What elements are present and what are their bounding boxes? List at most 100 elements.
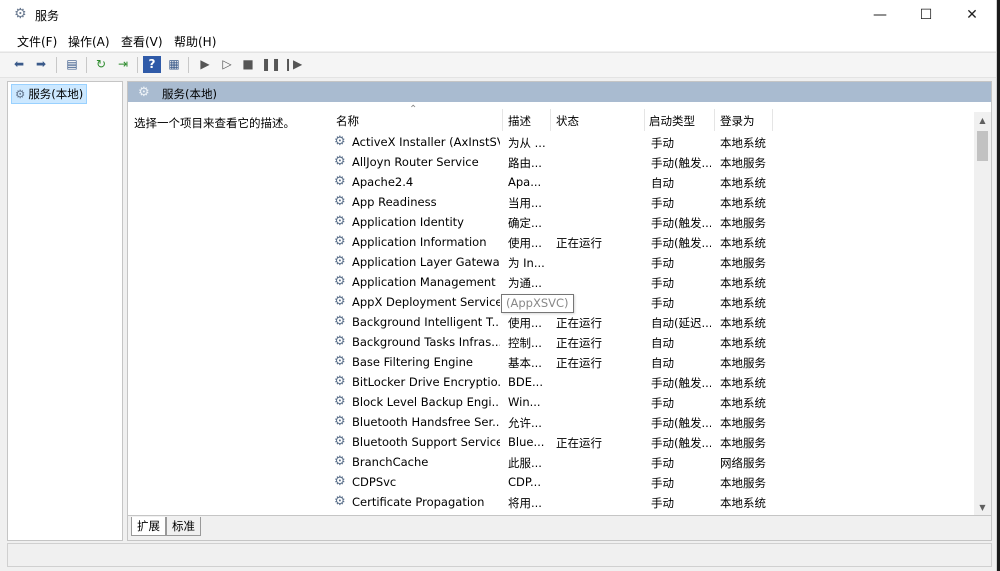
stop-service-icon[interactable]: ■ bbox=[239, 56, 257, 73]
service-description: 此服... bbox=[508, 456, 542, 470]
export-list-icon[interactable]: ⇥ bbox=[114, 56, 132, 73]
scrollbar-thumb[interactable] bbox=[977, 131, 988, 161]
table-row[interactable]: ⚙ BitLocker Drive Encryptio... BDE... 手动(触发… bbox=[322, 372, 970, 392]
column-header-startup-type[interactable]: 启动类型 bbox=[649, 113, 695, 129]
service-logon-as: 网络服务 bbox=[720, 456, 766, 470]
service-startup-type: 自动 bbox=[651, 356, 674, 370]
properties-icon[interactable]: ▦ bbox=[165, 56, 183, 73]
service-name: App Readiness bbox=[352, 195, 437, 209]
gear-icon: ⚙ bbox=[334, 234, 346, 249]
column-divider[interactable] bbox=[644, 109, 645, 131]
service-name: Application Management bbox=[352, 275, 496, 289]
table-row[interactable]: ⚙ Application Information 使用... 正在运行 手动(触发..… bbox=[322, 232, 970, 252]
table-row[interactable]: ⚙ Bluetooth Handsfree Ser... 允许... 手动(触发...… bbox=[322, 412, 970, 432]
tree-item-services-local[interactable]: ⚙ 服务(本地) bbox=[11, 84, 88, 104]
toolbar: ⬅ ➡ ▤ ↻ ⇥ ? ▦ ▶ ▷ ■ ❚❚ ❙▶ bbox=[0, 52, 996, 78]
service-startup-type: 手动 bbox=[651, 456, 674, 470]
service-logon-as: 本地服务 bbox=[720, 356, 766, 370]
tab-standard[interactable]: 标准 bbox=[166, 517, 201, 536]
service-logon-as: 本地系统 bbox=[720, 296, 766, 310]
resume-service-icon[interactable]: ❙▶ bbox=[283, 56, 302, 73]
service-name: AllJoyn Router Service bbox=[352, 155, 479, 169]
gear-icon: ⚙ bbox=[14, 6, 27, 22]
table-row[interactable]: ⚙ Bluetooth Support Service Blue... 正在运行 手动(… bbox=[322, 432, 970, 452]
table-row[interactable]: ⚙ Background Intelligent T... 使用... 正在运行 自动(… bbox=[322, 312, 970, 332]
table-row[interactable]: ⚙ Certificate Propagation 将用... 手动 本地系统 bbox=[322, 492, 970, 512]
column-divider[interactable] bbox=[714, 109, 715, 131]
scroll-up-icon[interactable]: ▲ bbox=[974, 112, 991, 129]
gear-icon: ⚙ bbox=[334, 134, 346, 149]
close-button[interactable]: ✕ bbox=[949, 0, 995, 30]
gear-icon: ⚙ bbox=[334, 194, 346, 209]
service-name: Background Intelligent T... bbox=[352, 315, 500, 329]
service-name: Apache2.4 bbox=[352, 175, 414, 189]
table-row[interactable]: ⚙ AllJoyn Router Service 路由... 手动(触发... 本地服务 bbox=[322, 152, 970, 172]
console-tree-icon[interactable]: ▤ bbox=[63, 56, 81, 73]
menu-file[interactable]: 文件(F) bbox=[17, 33, 57, 50]
start-service-icon[interactable]: ▶ bbox=[196, 56, 214, 73]
service-logon-as: 本地服务 bbox=[720, 436, 766, 450]
gear-icon: ⚙ bbox=[334, 454, 346, 469]
refresh-icon[interactable]: ↻ bbox=[92, 56, 110, 73]
help-icon[interactable]: ? bbox=[143, 56, 161, 73]
table-row[interactable]: ⚙ Application Management 为通... 手动 本地系统 bbox=[322, 272, 970, 292]
minimize-button[interactable]: — bbox=[857, 0, 903, 30]
tab-extended[interactable]: 扩展 bbox=[131, 517, 166, 536]
vertical-scrollbar[interactable]: ▲ ▼ bbox=[974, 112, 991, 516]
table-row[interactable]: ⚙ Application Identity 确定... 手动(触发... 本地服务 bbox=[322, 212, 970, 232]
service-logon-as: 本地系统 bbox=[720, 276, 766, 290]
service-logon-as: 本地系统 bbox=[720, 176, 766, 190]
scroll-down-icon[interactable]: ▼ bbox=[974, 499, 991, 516]
column-header-status[interactable]: 状态 bbox=[556, 113, 579, 129]
service-name: Background Tasks Infras... bbox=[352, 335, 500, 349]
column-divider[interactable] bbox=[550, 109, 551, 131]
name-tooltip: (AppXSVC) bbox=[501, 294, 574, 313]
service-startup-type: 手动 bbox=[651, 476, 674, 490]
table-row[interactable]: ⚙ BranchCache 此服... 手动 网络服务 bbox=[322, 452, 970, 472]
column-header-name[interactable]: 名称 bbox=[336, 113, 359, 129]
service-startup-type: 手动 bbox=[651, 196, 674, 210]
column-divider[interactable] bbox=[502, 109, 503, 131]
table-row[interactable]: ⚙ App Readiness 当用... 手动 本地系统 bbox=[322, 192, 970, 212]
table-row[interactable]: ⚙ Application Layer Gatewa... 为 In... 手动 本地服… bbox=[322, 252, 970, 272]
maximize-button[interactable]: ☐ bbox=[903, 0, 949, 30]
table-row[interactable]: ⚙ Block Level Backup Engi... Win... 手动 本地系统 bbox=[322, 392, 970, 412]
table-row[interactable]: ⚙ ActiveX Installer (AxInstSV) 为从 ... 手动 本地系… bbox=[322, 132, 970, 152]
service-startup-type: 手动 bbox=[651, 396, 674, 410]
service-logon-as: 本地系统 bbox=[720, 136, 766, 150]
table-row[interactable]: ⚙ Apache2.4 Apa... 自动 本地系统 bbox=[322, 172, 970, 192]
column-header-description[interactable]: 描述 bbox=[508, 113, 531, 129]
table-row[interactable]: ⚙ Background Tasks Infras... 控制... 正在运行 自动 本地… bbox=[322, 332, 970, 352]
service-startup-type: 手动(触发... bbox=[651, 236, 711, 250]
gear-icon: ⚙ bbox=[334, 294, 346, 309]
table-row[interactable]: ⚙ CDPSvc CDP... 手动 本地服务 bbox=[322, 472, 970, 492]
service-startup-type: 手动(触发... bbox=[651, 216, 711, 230]
tree-item-label: 服务(本地) bbox=[28, 87, 84, 101]
start-outline-icon[interactable]: ▷ bbox=[218, 56, 236, 73]
description-hint: 选择一个项目来查看它的描述。 bbox=[134, 116, 295, 130]
title-bar: ⚙ 服务 — ☐ ✕ bbox=[0, 0, 996, 30]
status-bar bbox=[7, 543, 992, 567]
gear-icon: ⚙ bbox=[334, 334, 346, 349]
menu-help[interactable]: 帮助(H) bbox=[174, 33, 216, 50]
back-arrow-icon[interactable]: ⬅ bbox=[10, 56, 28, 73]
menu-view[interactable]: 查看(V) bbox=[121, 33, 163, 50]
column-header-logon-as[interactable]: 登录为 bbox=[720, 113, 755, 129]
column-divider[interactable] bbox=[772, 109, 773, 131]
service-startup-type: 手动 bbox=[651, 136, 674, 150]
service-description: Win... bbox=[508, 395, 541, 409]
pause-service-icon[interactable]: ❚❚ bbox=[261, 56, 281, 73]
table-row[interactable]: ⚙ Base Filtering Engine 基本... 正在运行 自动 本地服务 bbox=[322, 352, 970, 372]
service-startup-type: 手动 bbox=[651, 276, 674, 290]
service-status: 正在运行 bbox=[556, 316, 602, 330]
forward-arrow-icon[interactable]: ➡ bbox=[32, 56, 50, 73]
service-startup-type: 手动 bbox=[651, 496, 674, 510]
service-name: CDPSvc bbox=[352, 475, 397, 489]
menu-action[interactable]: 操作(A) bbox=[68, 33, 110, 50]
service-status: 正在运行 bbox=[556, 236, 602, 250]
service-description: 使用... bbox=[508, 236, 542, 250]
toolbar-separator bbox=[188, 57, 189, 73]
table-row[interactable]: ⚙AppX Deployment Service ...为部...手动本地系统 bbox=[322, 292, 970, 312]
service-description: 确定... bbox=[508, 216, 542, 230]
service-description: 为通... bbox=[508, 276, 542, 290]
